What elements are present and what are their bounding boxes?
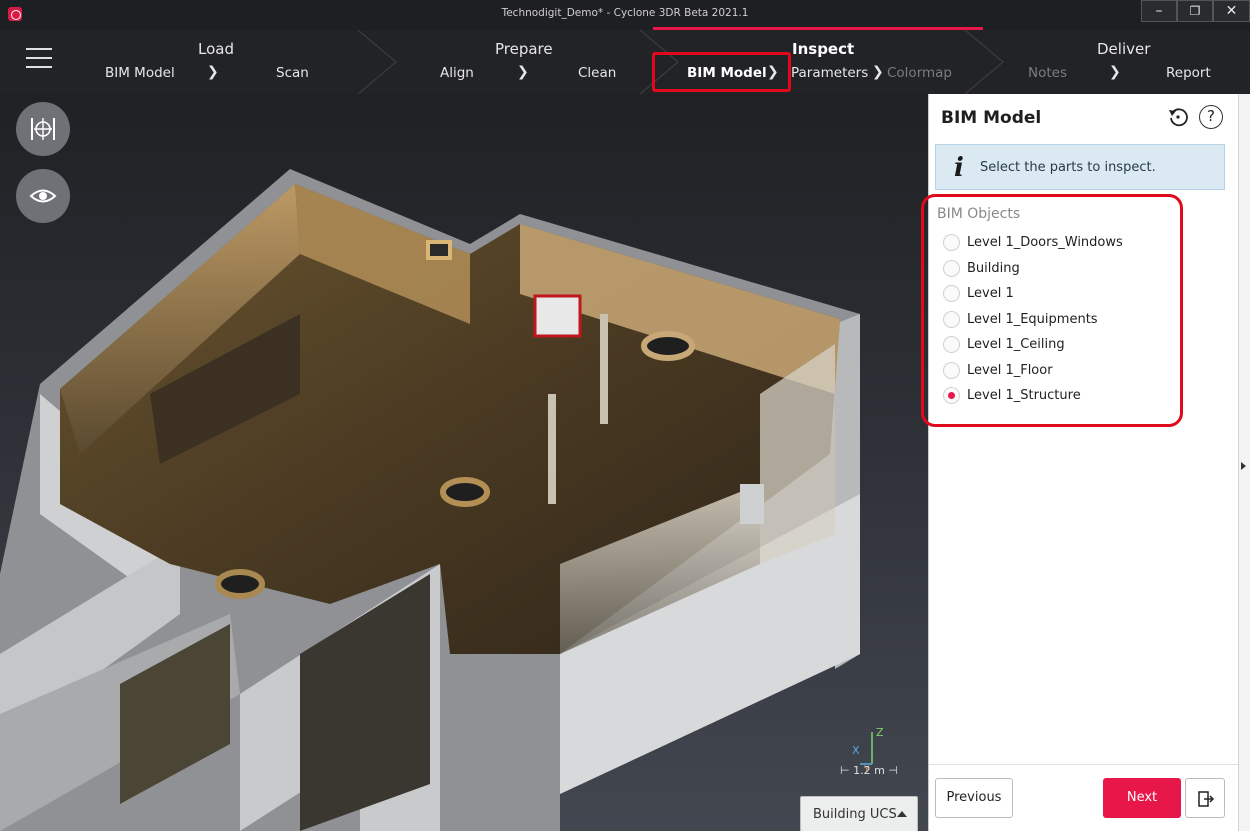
step-load-scan[interactable]: Scan: [276, 65, 309, 81]
stage-inspect-title: Inspect: [792, 40, 855, 58]
chevron-right-icon: ❯: [872, 64, 884, 80]
list-item[interactable]: Level 1: [943, 285, 1123, 311]
object-label: Level 1_Ceiling: [967, 337, 1065, 352]
list-item[interactable]: Level 1_Floor: [943, 361, 1123, 388]
exit-button[interactable]: [1185, 778, 1225, 818]
stage-separators: [357, 30, 1004, 94]
scale-bar-left-tick: ⊢: [840, 764, 850, 777]
caret-up-icon: [897, 811, 907, 817]
radio-button[interactable]: [943, 361, 960, 379]
step-inspect-parameters[interactable]: Parameters: [791, 65, 868, 81]
previous-button[interactable]: Previous: [935, 778, 1013, 818]
panel-collapse-strip[interactable]: [1238, 94, 1250, 831]
step-prepare-align[interactable]: Align: [440, 65, 474, 81]
active-step-highlight: [652, 52, 791, 92]
list-item[interactable]: Level 1_Doors_Windows: [943, 234, 1123, 260]
exit-icon: [1198, 791, 1215, 807]
scale-bar-right-tick: ⊣: [888, 764, 898, 777]
step-deliver-report[interactable]: Report: [1166, 65, 1211, 81]
step-deliver-notes[interactable]: Notes: [1028, 65, 1067, 81]
collapse-arrow-icon: [1241, 462, 1246, 470]
axis-z-label: Z: [876, 726, 884, 739]
radio-button[interactable]: [943, 259, 960, 277]
help-button[interactable]: ?: [1199, 105, 1223, 129]
list-item[interactable]: Building: [943, 259, 1123, 286]
eye-icon: [29, 189, 57, 203]
object-label: Level 1_Equipments: [967, 311, 1098, 327]
scale-bar-label: 1.2 m: [853, 764, 885, 777]
title-bar: Technodigit_Demo* - Cyclone 3DR Beta 202…: [0, 0, 1250, 30]
chevron-right-icon: ❯: [517, 64, 529, 80]
scale-bar: ⊢ 1.2 m ⊣: [840, 764, 898, 777]
point-cloud-scene: [0, 169, 860, 831]
info-banner: i Select the parts to inspect.: [935, 144, 1225, 190]
list-item[interactable]: Level 1_Ceiling: [943, 336, 1123, 362]
object-label: Level 1_Floor: [967, 362, 1053, 378]
stage-load-title: Load: [198, 40, 234, 58]
stage-prepare-title: Prepare: [495, 40, 553, 58]
section-view-button[interactable]: [16, 102, 70, 156]
visibility-button[interactable]: [16, 169, 70, 223]
info-text: Select the parts to inspect.: [980, 160, 1156, 175]
stage-deliver-title: Deliver: [1097, 40, 1151, 58]
radio-button-selected[interactable]: [943, 387, 960, 404]
maximize-button[interactable]: ❐: [1177, 0, 1213, 22]
ucs-selector[interactable]: Building UCS: [800, 796, 918, 831]
workflow-wizard-bar: Load BIM Model ❯ Scan Prepare Align ❯ Cl…: [0, 30, 1250, 94]
chevron-right-icon: ❯: [207, 64, 219, 80]
axis-x-label: X: [852, 744, 860, 757]
footer-divider: [929, 764, 1239, 765]
chevron-right-icon: ❯: [1109, 64, 1121, 80]
next-button[interactable]: Next: [1103, 778, 1181, 818]
list-item[interactable]: Level 1_Equipments: [943, 310, 1123, 337]
section-plane-icon: [31, 118, 55, 140]
minimize-button[interactable]: –: [1141, 0, 1177, 22]
panel-title: BIM Model: [941, 108, 1042, 128]
info-icon: i: [954, 153, 964, 183]
ucs-selector-value: Building UCS: [813, 807, 897, 822]
object-label: Level 1_Doors_Windows: [967, 235, 1123, 250]
radio-button[interactable]: [943, 336, 960, 353]
step-load-bim-model[interactable]: BIM Model: [105, 65, 175, 81]
radio-button[interactable]: [943, 310, 960, 328]
reset-icon[interactable]: [1167, 106, 1189, 128]
window-title: Technodigit_Demo* - Cyclone 3DR Beta 202…: [501, 7, 749, 19]
bim-model-panel: BIM Model ? i Select the parts to inspec…: [921, 94, 1239, 831]
step-inspect-colormap[interactable]: Colormap: [887, 65, 952, 81]
object-label: Building: [967, 260, 1020, 276]
close-button[interactable]: ✕: [1213, 0, 1250, 22]
radio-button[interactable]: [943, 285, 960, 302]
list-item[interactable]: Level 1_Structure: [943, 387, 1123, 413]
bim-objects-list: Level 1_Doors_Windows Building Level 1 L…: [943, 234, 1123, 413]
radio-button[interactable]: [943, 234, 960, 251]
3d-viewport[interactable]: Z X Y ⊢ 1.2 m ⊣ Building UCS: [0, 94, 928, 831]
object-label: Level 1: [967, 286, 1014, 301]
step-prepare-clean[interactable]: Clean: [578, 65, 616, 81]
object-label: Level 1_Structure: [967, 388, 1081, 403]
